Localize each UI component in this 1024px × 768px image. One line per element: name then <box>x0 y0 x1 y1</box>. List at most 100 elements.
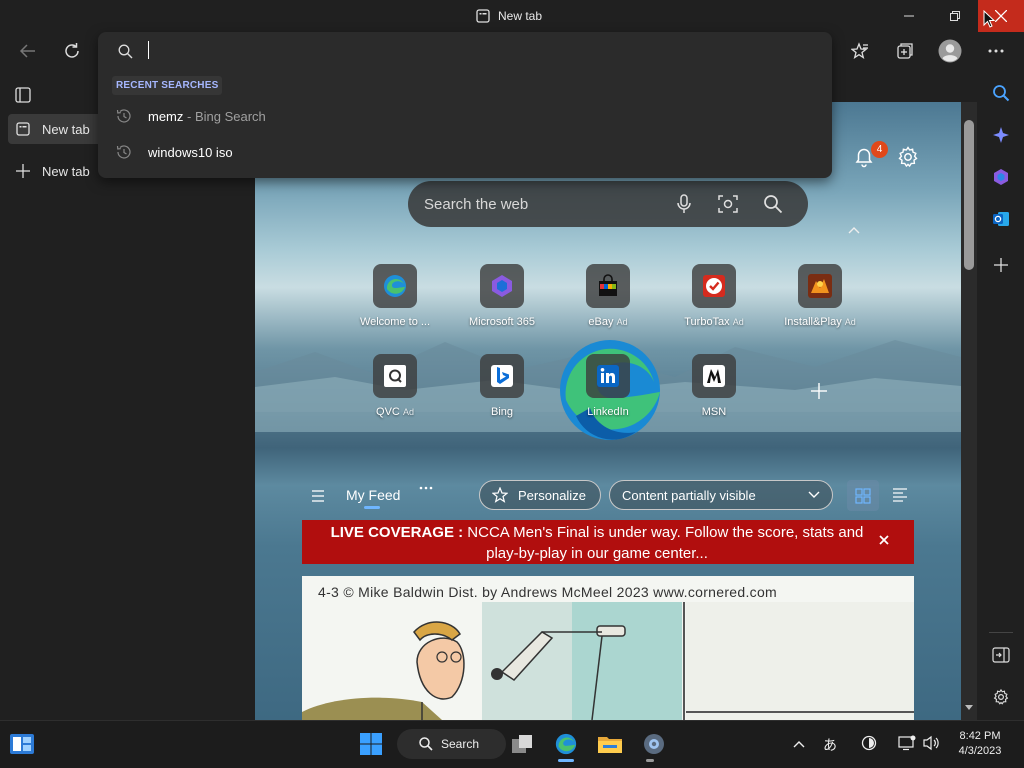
clock-time: 8:42 PM <box>959 730 1001 742</box>
minimize-button[interactable] <box>886 0 932 32</box>
quick-link-welcome[interactable]: Welcome to ... <box>350 264 440 328</box>
live-coverage-banner[interactable]: LIVE COVERAGE : NCCA Men's Final is unde… <box>302 520 914 564</box>
comic-credit: 4-3 © Mike Baldwin Dist. by Andrews McMe… <box>318 584 778 600</box>
system-clock[interactable]: 8:42 PM 4/3/2023 <box>948 729 1012 759</box>
suggestion-query: windows10 iso <box>148 144 233 160</box>
my-feed-tab[interactable]: My Feed <box>346 487 400 503</box>
live-coverage-label: LIVE COVERAGE : <box>330 524 464 541</box>
tab-actions-menu-icon[interactable] <box>14 86 32 104</box>
turbotax-icon <box>692 264 736 308</box>
ad-badge: Ad <box>402 407 414 417</box>
volume-icon[interactable] <box>923 735 941 751</box>
taskbar-edge-icon[interactable] <box>552 730 580 758</box>
text-caret <box>148 41 149 59</box>
page-settings-gear-icon[interactable] <box>896 145 920 169</box>
sidebar-microsoft-365-icon[interactable] <box>988 164 1014 190</box>
comic-card[interactable]: 4-3 © Mike Baldwin Dist. by Andrews McMe… <box>302 576 914 720</box>
restore-button[interactable] <box>932 0 978 32</box>
sidebar-settings-gear-icon[interactable] <box>988 684 1014 710</box>
add-shortcut-plus-icon[interactable] <box>810 382 828 400</box>
sparkle-star-icon <box>492 487 508 503</box>
sidebar-discover-sparkle-icon[interactable] <box>988 122 1014 148</box>
sidebar-hide-icon[interactable] <box>988 642 1014 668</box>
scroll-down-arrow-icon[interactable] <box>964 704 974 712</box>
profile-avatar[interactable] <box>934 35 966 67</box>
sidebar-outlook-icon[interactable] <box>988 206 1014 232</box>
grid-view-button[interactable] <box>847 480 879 511</box>
visual-search-icon[interactable] <box>718 194 738 214</box>
quick-link-install-and-play[interactable]: Install&Play Ad <box>775 264 865 328</box>
suggestion-item[interactable]: windows10 iso <box>98 135 832 169</box>
msn-icon <box>692 354 736 398</box>
sidebar-add-plus-icon[interactable] <box>988 252 1014 278</box>
taskbar-search[interactable]: Search <box>397 729 506 759</box>
task-view-icon[interactable] <box>508 730 536 758</box>
comic-illustration <box>302 602 914 720</box>
linkedin-icon <box>586 354 630 398</box>
file-explorer-icon[interactable] <box>596 730 624 758</box>
close-banner-icon[interactable] <box>879 535 889 545</box>
window-title: New tab <box>476 8 542 24</box>
edge-running-indicator <box>558 759 574 762</box>
start-windows-icon[interactable] <box>357 730 385 758</box>
search-icon <box>419 737 433 751</box>
quick-link-linkedin[interactable]: LinkedIn <box>563 354 653 418</box>
widgets-icon[interactable] <box>8 730 36 758</box>
tray-overflow-chevron-icon[interactable] <box>793 740 805 748</box>
clock-date: 4/3/2023 <box>958 745 1002 757</box>
tab-icon <box>476 9 490 23</box>
network-icon[interactable] <box>898 735 916 751</box>
feed-menu-icon[interactable] <box>310 489 326 503</box>
quick-link-turbotax[interactable]: TurboTax Ad <box>669 264 759 328</box>
feed-more-icon[interactable] <box>418 486 434 490</box>
web-search-box[interactable]: Search the web <box>408 181 808 227</box>
qvc-icon <box>373 354 417 398</box>
tile-label: MSN <box>701 406 727 418</box>
quick-link-msn[interactable]: MSN <box>669 354 759 418</box>
address-bar-dropdown: RECENT SEARCHES memz - Bing Search windo… <box>98 32 832 178</box>
microsoft-365-icon <box>480 264 524 308</box>
install-and-play-icon <box>798 264 842 308</box>
window-title-text: New tab <box>498 9 543 23</box>
list-view-icon[interactable] <box>891 487 909 503</box>
ad-badge: Ad <box>844 317 856 327</box>
content-visibility-dropdown[interactable]: Content partially visible <box>609 480 833 510</box>
content-visibility-value: Content partially visible <box>622 487 756 503</box>
sidebar-search-icon[interactable] <box>988 80 1014 106</box>
tile-label: Install&Play <box>784 316 842 328</box>
ad-badge: Ad <box>616 317 628 327</box>
recent-searches-header: RECENT SEARCHES <box>112 76 223 95</box>
page-scrollbar-thumb[interactable] <box>964 120 974 270</box>
quick-link-bing[interactable]: Bing <box>457 354 547 418</box>
ime-indicator[interactable]: あ <box>823 735 837 755</box>
tile-label: LinkedIn <box>587 406 629 418</box>
favorites-star-icon[interactable] <box>844 35 876 67</box>
quick-link-qvc[interactable]: QVC Ad <box>350 354 440 418</box>
focus-assist-icon[interactable] <box>861 735 877 751</box>
back-button[interactable] <box>12 35 44 67</box>
tile-label: Bing <box>490 406 514 418</box>
microphone-icon[interactable] <box>675 194 693 214</box>
tile-label: Welcome to ... <box>359 316 431 328</box>
suggestion-item[interactable]: memz - Bing Search <box>98 99 832 133</box>
edge-logo-icon <box>373 264 417 308</box>
collections-icon[interactable] <box>889 35 921 67</box>
mouse-cursor-icon <box>983 10 995 28</box>
personalize-button[interactable]: Personalize <box>479 480 601 510</box>
personalize-label: Personalize <box>518 487 586 503</box>
tile-label: Microsoft 365 <box>468 316 536 328</box>
more-options-icon[interactable] <box>980 35 1012 67</box>
address-bar-input[interactable] <box>98 32 832 70</box>
live-coverage-text: NCCA Men's Final is under way. Follow th… <box>467 524 864 562</box>
search-submit-icon[interactable] <box>763 194 783 214</box>
notification-badge: 4 <box>871 141 888 158</box>
collapse-chevron-icon[interactable] <box>848 226 860 234</box>
taskbar-settings-icon[interactable] <box>640 730 668 758</box>
grid-view-icon <box>855 487 871 504</box>
refresh-button[interactable] <box>56 35 88 67</box>
quick-link-microsoft-365[interactable]: Microsoft 365 <box>457 264 547 328</box>
history-clock-icon <box>116 108 132 124</box>
quick-link-ebay[interactable]: eBay Ad <box>563 264 653 328</box>
suggestion-query: memz <box>148 108 184 124</box>
new-tab-label: New tab <box>42 163 90 179</box>
